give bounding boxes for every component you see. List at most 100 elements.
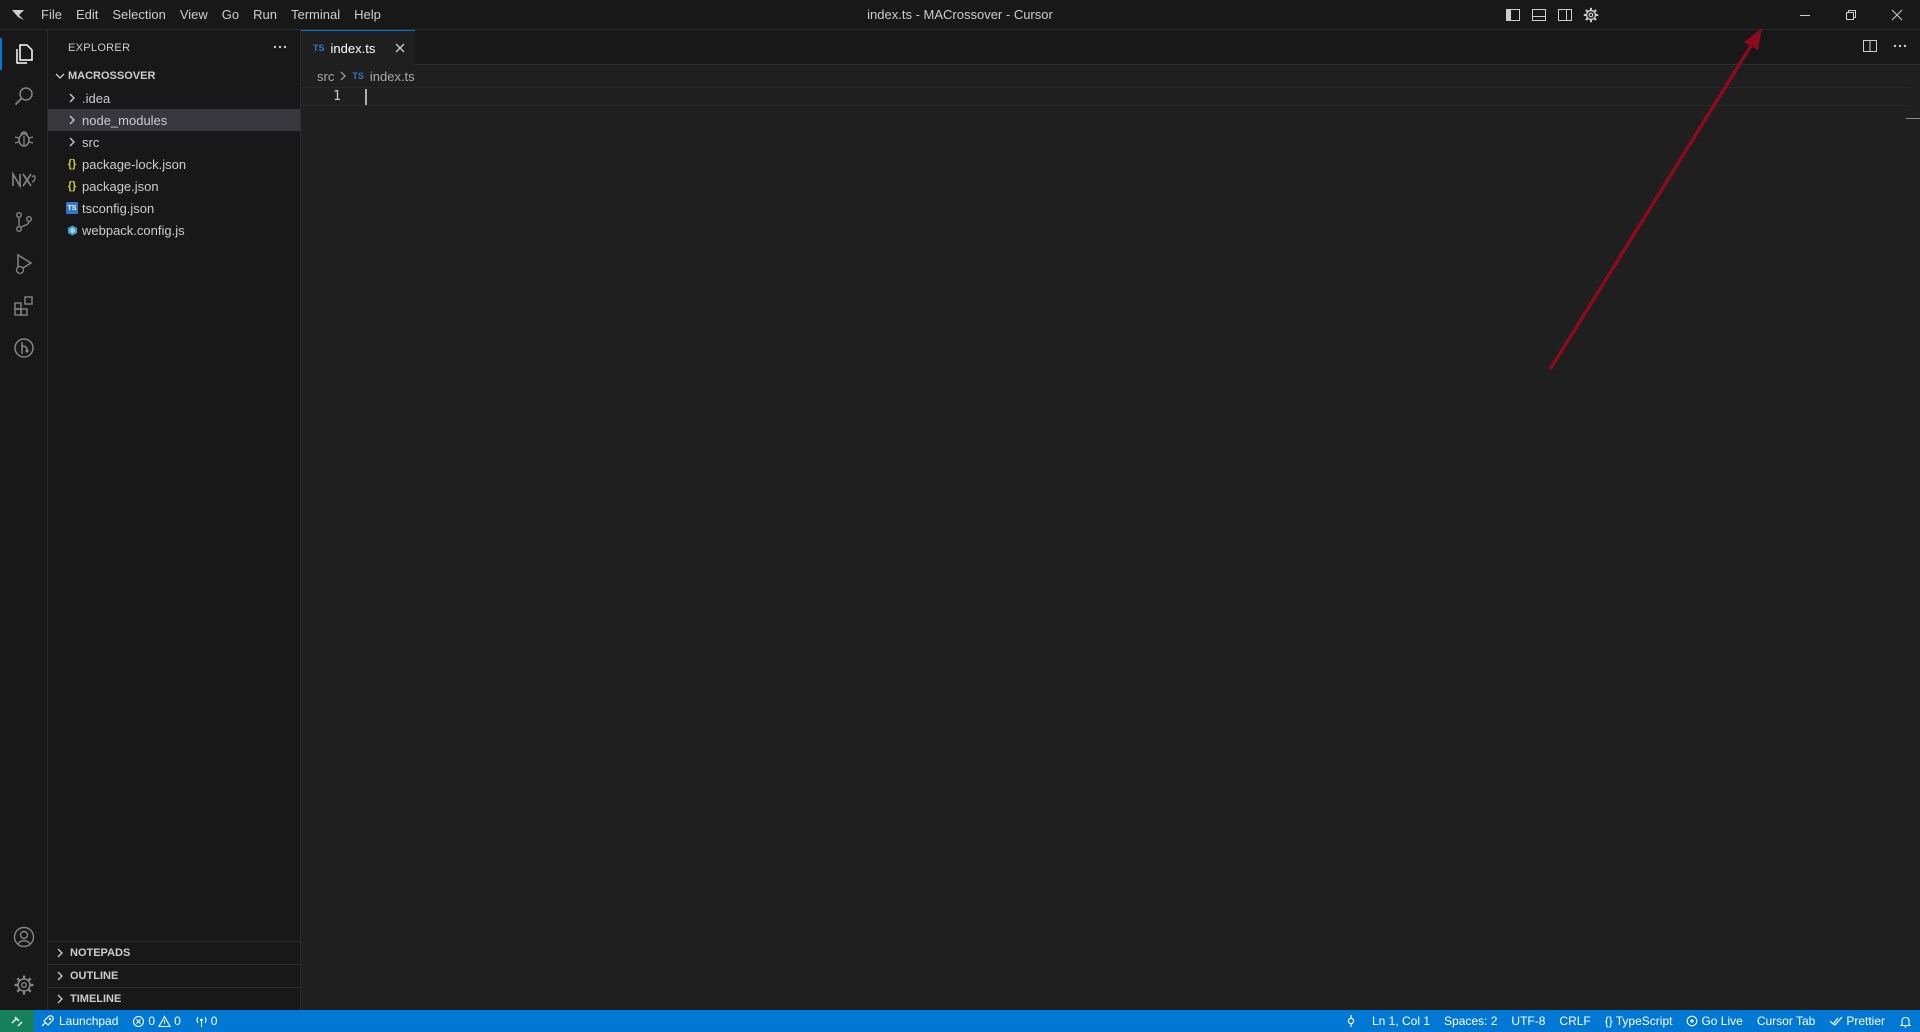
language-mode[interactable]: {} TypeScript <box>1605 1014 1673 1028</box>
double-check-icon <box>1829 1016 1843 1026</box>
nx-console-icon <box>12 171 36 189</box>
debug-icon <box>14 131 34 147</box>
prettier-item[interactable]: Prettier <box>1829 1014 1885 1028</box>
restore-button[interactable] <box>1828 0 1874 30</box>
tree-item-package-lock-json[interactable]: {} package-lock.json <box>48 153 300 175</box>
tree-item-label: package.json <box>82 178 159 194</box>
breadcrumb-folder[interactable]: src <box>317 69 334 84</box>
activity-extensions[interactable] <box>0 286 48 326</box>
toggle-primary-sidebar-icon[interactable] <box>1504 6 1522 24</box>
menu-selection[interactable]: Selection <box>105 0 172 30</box>
bell-icon <box>1899 1016 1912 1028</box>
account-icon <box>13 926 35 948</box>
rocket-icon <box>41 1015 54 1027</box>
chevron-right-icon <box>69 93 75 103</box>
line-ending[interactable]: CRLF <box>1559 1014 1590 1028</box>
toggle-secondary-sidebar-icon[interactable] <box>1556 6 1574 24</box>
problems-item[interactable]: 0 0 <box>132 1014 181 1028</box>
encoding[interactable]: UTF-8 <box>1511 1014 1545 1028</box>
tree-item-label: package-lock.json <box>82 156 187 172</box>
error-count: 0 <box>148 1014 156 1028</box>
tree-item-node-modules[interactable]: node_modules <box>48 109 300 131</box>
panel-timeline-label: TIMELINE <box>70 993 122 1005</box>
split-editor-icon[interactable] <box>1862 38 1878 54</box>
editor-actions <box>1862 38 1908 54</box>
breadcrumb-file[interactable]: index.ts <box>370 69 415 84</box>
menu-go[interactable]: Go <box>215 0 246 30</box>
search-icon <box>14 87 33 106</box>
launchpad-label: Launchpad <box>59 1014 119 1028</box>
tree-item-webpack-config-js[interactable]: webpack.config.js <box>48 219 300 241</box>
go-live-label: Go Live <box>1701 1014 1743 1028</box>
git-commit-icon <box>1347 1015 1355 1027</box>
menu-run[interactable]: Run <box>246 0 284 30</box>
gear-icon[interactable] <box>1582 6 1600 24</box>
activity-git-graph[interactable] <box>0 328 48 368</box>
panel-timeline[interactable]: TIMELINE <box>48 987 300 1010</box>
chevron-right-icon <box>69 115 75 125</box>
json-file-icon: {} <box>67 158 77 170</box>
menu-edit[interactable]: Edit <box>69 0 105 30</box>
layout-controls <box>1504 6 1600 24</box>
menu-bar: File Edit Selection View Go Run Terminal… <box>34 0 388 30</box>
more-actions-icon[interactable] <box>1892 38 1908 54</box>
activity-search[interactable] <box>0 76 48 116</box>
minimize-button[interactable] <box>1782 0 1828 30</box>
more-actions-icon[interactable] <box>272 39 288 55</box>
menu-terminal[interactable]: Terminal <box>284 0 347 30</box>
braces-icon: {} <box>1604 1014 1613 1028</box>
activity-bar <box>0 30 48 1010</box>
tree-item-label: src <box>82 134 100 150</box>
webpack-file-icon <box>64 222 80 238</box>
editor-tabs: TS index.ts <box>301 30 1920 65</box>
activity-explorer[interactable] <box>0 34 48 74</box>
panel-outline[interactable]: OUTLINE <box>48 964 300 987</box>
tree-item-tsconfig-json[interactable]: TS tsconfig.json <box>48 197 300 219</box>
cursor-position[interactable]: Ln 1, Col 1 <box>1372 1014 1430 1028</box>
chevron-down-icon <box>55 73 65 79</box>
menu-file[interactable]: File <box>34 0 69 30</box>
notifications-item[interactable] <box>1899 1015 1912 1028</box>
indentation[interactable]: Spaces: 2 <box>1444 1014 1497 1028</box>
antenna-icon <box>1687 1015 1698 1027</box>
prettier-label: Prettier <box>1846 1014 1885 1028</box>
git-commit-item[interactable] <box>1344 1014 1358 1028</box>
close-window-button[interactable] <box>1874 0 1920 30</box>
menu-help[interactable]: Help <box>347 0 388 30</box>
workspace-folder-label: MACROSSOVER <box>68 70 156 82</box>
tree-item-label: .idea <box>82 90 111 106</box>
launchpad-item[interactable]: Launchpad <box>40 1014 118 1028</box>
close-icon[interactable] <box>393 41 407 55</box>
sidebar-bottom-panels: NOTEPADS OUTLINE TIMELINE <box>48 941 300 1010</box>
tree-item-src[interactable]: src <box>48 131 300 153</box>
tsconfig-file-icon: TS <box>66 202 78 214</box>
activity-manage[interactable] <box>0 965 48 1005</box>
ports-item[interactable]: 0 <box>195 1014 217 1028</box>
json-file-icon: {} <box>67 180 77 192</box>
activity-nx-console[interactable] <box>0 160 48 200</box>
chevron-right-icon <box>69 137 75 147</box>
remote-indicator[interactable] <box>0 1010 34 1032</box>
activity-accounts[interactable] <box>0 917 48 957</box>
workspace-folder[interactable]: MACROSSOVER <box>48 65 300 87</box>
code-line[interactable]: 1 <box>301 87 1906 106</box>
panel-notepads[interactable]: NOTEPADS <box>48 941 300 964</box>
activity-run-debug[interactable] <box>0 244 48 284</box>
activity-source-control[interactable] <box>0 202 48 242</box>
tree-item-package-json[interactable]: {} package.json <box>48 175 300 197</box>
activity-debug[interactable] <box>0 118 48 158</box>
cursor-tab-item[interactable]: Cursor Tab <box>1757 1014 1815 1028</box>
chevron-right-icon <box>57 948 63 958</box>
panel-notepads-label: NOTEPADS <box>70 947 131 959</box>
menu-view[interactable]: View <box>173 0 215 30</box>
chevron-right-icon <box>57 971 63 981</box>
status-right: Ln 1, Col 1 Spaces: 2 UTF-8 CRLF {} Type… <box>1344 1010 1912 1032</box>
go-live-item[interactable]: Go Live <box>1686 1014 1743 1028</box>
close-icon <box>1891 9 1903 21</box>
chevron-right-icon <box>340 71 347 81</box>
tab-index-ts[interactable]: TS index.ts <box>301 30 415 65</box>
tree-item-idea[interactable]: .idea <box>48 87 300 109</box>
toggle-panel-icon[interactable] <box>1530 6 1548 24</box>
explorer-title: EXPLORER <box>68 41 131 54</box>
breadcrumb: src TS index.ts <box>301 65 1920 87</box>
